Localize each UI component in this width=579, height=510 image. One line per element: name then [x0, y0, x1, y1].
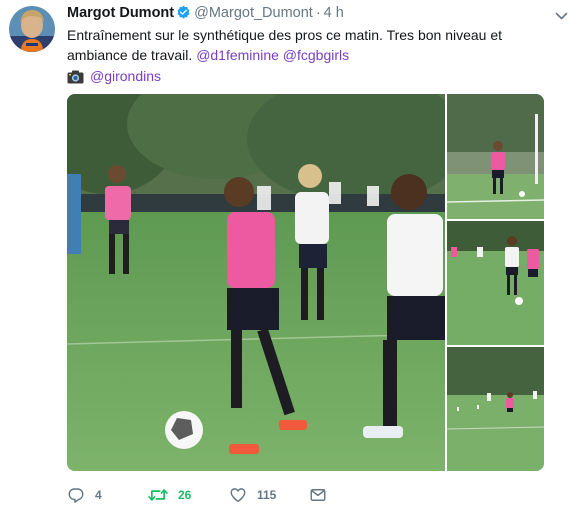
retweet-count: 26 — [178, 488, 192, 502]
tweet-actions: 4 26 115 — [67, 483, 547, 507]
camera-icon — [67, 69, 84, 89]
reply-icon — [67, 486, 85, 504]
tweet-media — [67, 94, 544, 471]
reply-button[interactable]: 4 — [67, 483, 102, 507]
direct-message-button[interactable] — [309, 483, 327, 507]
tweet-text-line1: Entraînement sur le synthétique des pros… — [67, 27, 503, 43]
photo-bottom-right[interactable] — [447, 347, 544, 471]
tweet-text-line2-prefix: ambiance de travail. — [67, 47, 197, 63]
verified-badge-icon — [176, 5, 191, 24]
avatar[interactable] — [9, 6, 55, 52]
separator-dot: · — [315, 5, 321, 21]
tweet-card: Margot Dumont @Margot_Dumont · 4 h Entraîne… — [0, 0, 579, 510]
envelope-icon — [309, 486, 327, 504]
photo-top-right[interactable] — [447, 94, 544, 219]
retweet-button[interactable]: 26 — [148, 483, 191, 507]
mention-fcgbgirls[interactable]: @fcgbgirls — [283, 47, 349, 63]
like-count: 115 — [257, 488, 277, 502]
retweet-icon — [148, 486, 168, 504]
tweet-header: Margot Dumont @Margot_Dumont · 4 h — [67, 5, 344, 25]
chevron-down-icon[interactable] — [555, 8, 568, 26]
tweet-timestamp[interactable]: 4 h — [324, 5, 344, 21]
photo-main[interactable] — [67, 94, 445, 471]
reply-count: 4 — [95, 488, 102, 502]
author-name[interactable]: Margot Dumont — [67, 5, 174, 21]
mention-d1feminine[interactable]: @d1feminine — [196, 47, 279, 63]
author-handle[interactable]: @Margot_Dumont — [194, 5, 313, 21]
like-button[interactable]: 115 — [229, 483, 276, 507]
tweet-text: Entraînement sur le synthétique des pros… — [67, 25, 567, 65]
heart-icon — [229, 486, 247, 504]
photo-credit-line: @girondins — [67, 66, 161, 89]
photo-middle-right[interactable] — [447, 221, 544, 345]
mention-girondins[interactable]: @girondins — [90, 68, 161, 84]
tweet-text-line2: ambiance de travail. @d1feminine @fcgbgi… — [67, 45, 567, 65]
